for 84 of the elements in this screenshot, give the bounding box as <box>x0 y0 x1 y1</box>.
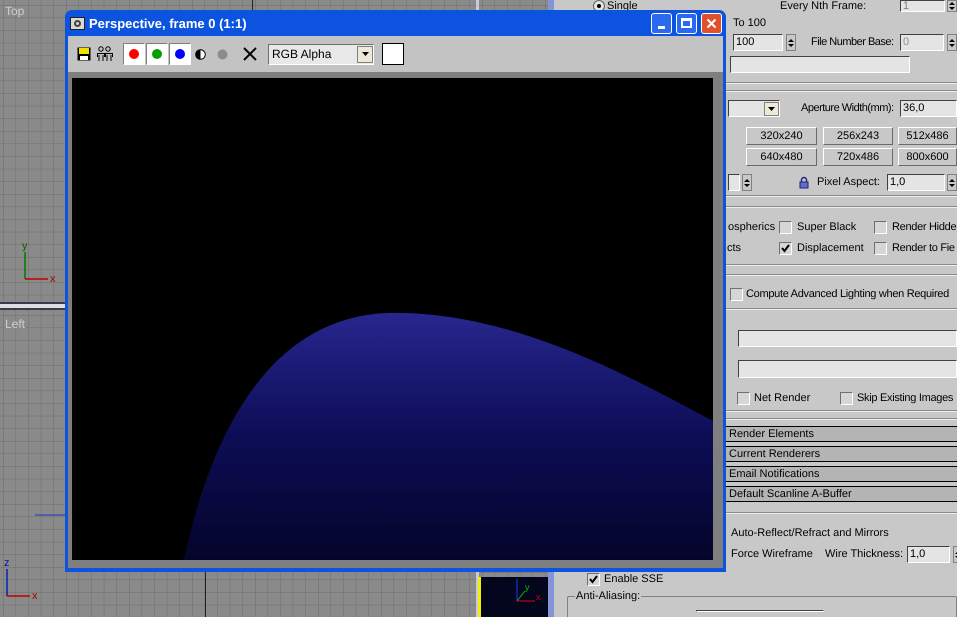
spinner-button[interactable] <box>947 0 957 12</box>
checkbox-label: Render to Fie <box>892 242 955 254</box>
preset-button[interactable]: 256x243 <box>823 127 893 145</box>
field-label: Wire Thickness: <box>825 548 904 560</box>
contrast-icon[interactable] <box>195 48 206 60</box>
preset-button[interactable]: 320x240 <box>746 127 817 145</box>
close-icon <box>706 18 717 28</box>
axis-label: z <box>4 557 10 569</box>
people-icon[interactable] <box>96 46 114 62</box>
checkbox-label: ospherics <box>728 220 776 232</box>
axis-label: x <box>50 273 56 283</box>
caret-icon <box>362 52 368 56</box>
clear-icon[interactable] <box>243 47 257 61</box>
range-label: To 100 <box>733 18 766 28</box>
spinner-arrows-icon <box>949 1 955 11</box>
number-field[interactable]: 36,0 <box>900 100 957 117</box>
group-label: Anti-Aliasing: <box>575 591 642 602</box>
checkbox[interactable] <box>874 242 887 254</box>
checkbox[interactable] <box>779 242 792 254</box>
close-button[interactable] <box>701 12 722 34</box>
text-field[interactable] <box>738 360 957 378</box>
viewport-label: Left <box>5 318 26 330</box>
spinner-button[interactable] <box>947 34 957 51</box>
checkbox-label: Super Black <box>797 220 856 232</box>
checkbox[interactable] <box>737 392 750 404</box>
checkbox-label: cts <box>727 242 742 254</box>
maximize-button[interactable] <box>676 12 697 34</box>
checkbox-label: Force Wireframe <box>731 548 813 560</box>
checkbox-label: Render Hidde <box>892 222 956 232</box>
axis-label: y <box>525 582 530 592</box>
save-icon[interactable] <box>77 47 91 61</box>
spinner-arrows-icon <box>949 178 955 188</box>
spinner-arrows-icon <box>788 38 794 48</box>
channel-dropdown[interactable]: RGB Alpha <box>268 44 374 64</box>
spinner-arrows-icon <box>744 178 750 188</box>
number-field[interactable]: 1,0 <box>907 546 950 563</box>
checkbox-label: Compute Advanced Lighting when Required <box>746 288 949 300</box>
rollout-header[interactable]: Email Notifications <box>725 466 957 482</box>
checkbox[interactable] <box>874 220 887 234</box>
viewport-label: Top <box>5 5 24 17</box>
number-field[interactable]: 1,0 <box>887 174 945 191</box>
checkbox-label: Skip Existing Images <box>857 392 954 404</box>
checkbox-label: Enable SSE <box>604 574 664 585</box>
checkbox[interactable] <box>730 288 743 300</box>
rollout-header[interactable]: Current Renderers <box>725 446 957 462</box>
viewport[interactable]: y x <box>478 577 548 617</box>
spinner-button[interactable] <box>947 174 957 191</box>
number-field[interactable] <box>728 174 740 191</box>
caret-icon <box>768 106 775 110</box>
axis-lines-icon <box>516 579 536 602</box>
preset-button[interactable]: 512x486 <box>898 127 957 145</box>
preset-button[interactable]: 800x600 <box>898 148 957 166</box>
preset-button[interactable]: 720x486 <box>823 148 893 166</box>
checkbox[interactable] <box>840 392 853 404</box>
dropdown[interactable] <box>728 100 780 117</box>
text-field[interactable] <box>730 56 910 73</box>
axis-label: x <box>536 592 540 602</box>
spinner-arrows-icon <box>949 38 955 48</box>
checkbox-label: Auto-Reflect/Refract and Mirrors <box>731 528 889 538</box>
axis-label: y <box>22 240 28 252</box>
padlock-icon <box>799 176 809 189</box>
rollout-header[interactable]: Render Elements <box>725 426 957 442</box>
checkbox[interactable] <box>587 573 600 586</box>
field-label: File Number Base: <box>811 36 894 48</box>
field-label: Every Nth Frame: <box>780 0 866 12</box>
checkbox-label: Net Render <box>754 392 810 404</box>
checkbox[interactable] <box>779 220 792 234</box>
preset-button[interactable]: 640x480 <box>746 148 817 166</box>
checkbox-label: Displacement <box>797 242 864 254</box>
window-title: Perspective, frame 0 (1:1) <box>89 16 248 30</box>
color-swatch[interactable] <box>382 43 404 65</box>
axis-label: x <box>32 590 38 600</box>
rollout-header[interactable]: Default Scanline A-Buffer <box>725 486 957 502</box>
radio-label: Single <box>607 0 638 12</box>
field-label: Pixel Aspect: <box>817 176 880 188</box>
axis-lines-icon <box>24 252 48 280</box>
spinner-button[interactable] <box>742 174 752 191</box>
number-field[interactable]: 100 <box>733 34 783 51</box>
dot-icon[interactable] <box>217 48 228 60</box>
spinner-button[interactable] <box>786 34 796 51</box>
text-field[interactable] <box>738 330 957 347</box>
minimize-button[interactable] <box>651 12 672 34</box>
axis-lines-icon <box>6 569 30 597</box>
field-label: Aperture Width(mm): <box>801 102 894 114</box>
